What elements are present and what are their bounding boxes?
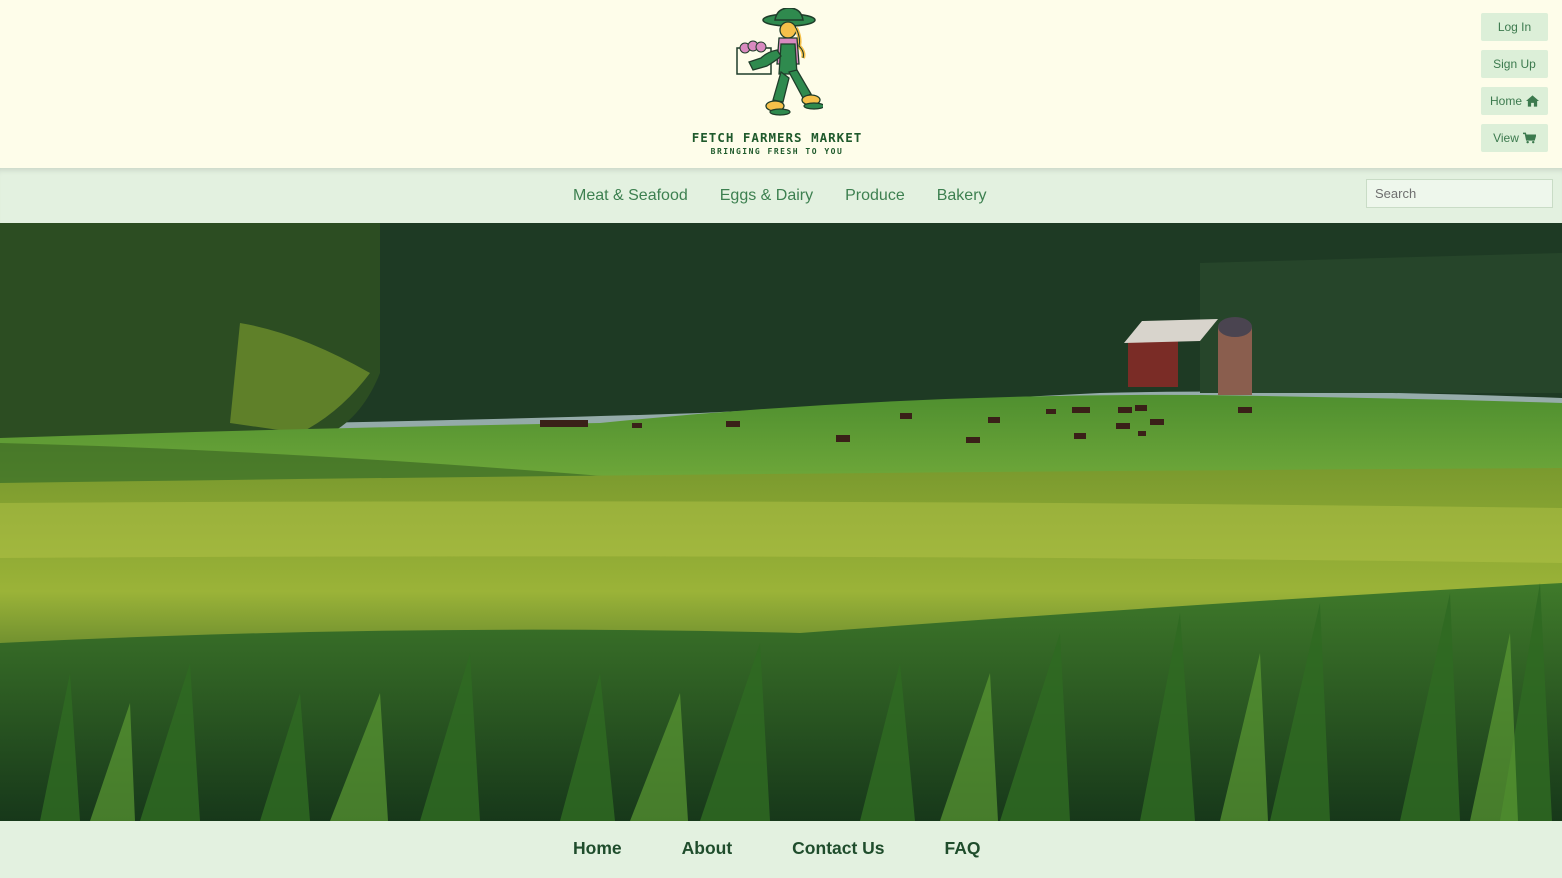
logo-title: FETCH FARMERS MARKET [691, 130, 863, 145]
home-button[interactable]: Home [1481, 87, 1548, 115]
hero-image [0, 223, 1562, 821]
home-icon [1526, 95, 1539, 107]
footer-faq-link[interactable]: FAQ [915, 838, 1011, 859]
search-input[interactable] [1366, 179, 1553, 208]
category-nav: Meat & Seafood Eggs & Dairy Produce Bake… [0, 168, 1562, 223]
footer-links: Home About Contact Us FAQ [543, 821, 1011, 875]
signup-button[interactable]: Sign Up [1481, 50, 1548, 78]
nav-bakery[interactable]: Bakery [921, 187, 1003, 205]
login-button[interactable]: Log In [1481, 13, 1548, 41]
site-footer: Home About Contact Us FAQ [0, 821, 1562, 878]
farm-landscape-image [0, 223, 1562, 821]
login-label: Log In [1497, 20, 1532, 34]
site-header: FETCH FARMERS MARKET BRINGING FRESH TO Y… [0, 0, 1562, 168]
footer-home-link[interactable]: Home [543, 838, 652, 859]
footer-about-link[interactable]: About [652, 838, 763, 859]
category-links: Meat & Seafood Eggs & Dairy Produce Bake… [557, 168, 1003, 223]
logo-subtitle: BRINGING FRESH TO YOU [710, 147, 844, 156]
home-label: Home [1489, 94, 1522, 108]
nav-eggs-dairy[interactable]: Eggs & Dairy [704, 187, 829, 205]
signup-label: Sign Up [1493, 57, 1536, 71]
view-cart-button[interactable]: View [1481, 124, 1548, 152]
farmer-logo-icon [736, 8, 823, 116]
cart-icon [1522, 132, 1536, 144]
nav-produce[interactable]: Produce [829, 187, 921, 205]
footer-contact-link[interactable]: Contact Us [762, 838, 914, 859]
logo[interactable]: FETCH FARMERS MARKET BRINGING FRESH TO Y… [690, 8, 864, 160]
nav-meat-seafood[interactable]: Meat & Seafood [557, 187, 704, 205]
auth-buttons: Log In Sign Up Home View [1481, 13, 1548, 161]
view-label: View [1493, 131, 1519, 145]
